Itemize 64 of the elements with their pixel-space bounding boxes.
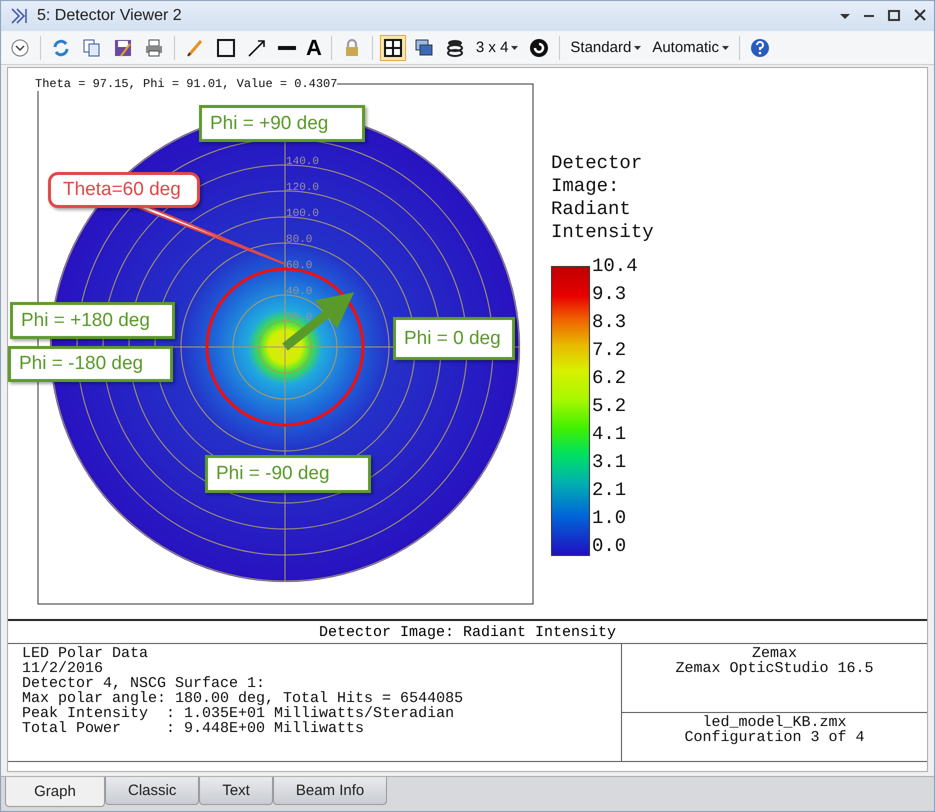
layers-icon (444, 38, 465, 58)
grid-icon (382, 38, 403, 58)
scale-label: 3.1 (592, 452, 628, 472)
help-icon (750, 38, 770, 58)
minimize-icon (864, 15, 874, 17)
view-tab[interactable]: Beam Info (272, 777, 388, 805)
app-icon (9, 6, 29, 26)
scale-label: 6.2 (592, 368, 628, 388)
caret-down-icon (634, 46, 642, 50)
copy-icon (82, 38, 102, 58)
scale-label: 10.4 (592, 256, 638, 276)
scale-label: 9.3 (592, 284, 628, 304)
scale-label: 8.3 (592, 312, 628, 332)
info-line: 11/2/2016 (22, 661, 104, 676)
refresh-icon (51, 38, 71, 58)
phi-label: Phi = +90 deg (199, 105, 365, 142)
ring-label: 140.0 (286, 156, 320, 168)
scale-label: 0.0 (592, 536, 628, 556)
style-dropdown[interactable]: Standard (567, 34, 644, 60)
caret-down-icon (511, 46, 518, 50)
window-title: 5: Detector Viewer 2 (37, 7, 183, 25)
info-line: Peak Intensity : 1.035E+01 Milliwatts/Steradian (22, 706, 456, 721)
info-line: Zemax (752, 646, 797, 661)
caret-down-icon (840, 14, 850, 18)
ring-label: 80.0 (286, 234, 312, 246)
printer-icon (144, 38, 164, 58)
ring-label: 100.0 (286, 208, 320, 220)
caret-down-icon (722, 46, 730, 50)
info-line: led_model_KB.zmx (702, 715, 847, 730)
info-line: Max polar angle: 180.00 deg, Total Hits = 6544085 (22, 691, 464, 706)
phi-label: Phi = 0 deg (393, 317, 515, 360)
scale-label: 5.2 (592, 396, 628, 416)
scale-label: 7.2 (592, 340, 628, 360)
phi-label: Phi = -90 deg (205, 455, 371, 493)
info-line: Total Power : 9.448E+00 Milliwatts (22, 721, 366, 736)
pencil-icon (185, 38, 205, 58)
ring-label: 60.0 (286, 260, 312, 272)
phi-label: Phi = +180 deg (10, 302, 175, 339)
view-tab[interactable]: Text (199, 777, 273, 805)
text-tool-button[interactable]: A (304, 34, 324, 60)
grid-toggle-button[interactable] (380, 34, 406, 60)
view-tab[interactable]: Graph (5, 777, 105, 807)
ring-label: 40.0 (286, 286, 312, 298)
info-line: LED Polar Data (22, 646, 150, 661)
square-icon (216, 38, 236, 58)
info-line: Zemax OpticStudio 16.5 (675, 661, 874, 676)
layout-dropdown[interactable]: 3 x 4 (472, 34, 522, 60)
chevron-circle-icon (10, 38, 30, 58)
ring-label: 120.0 (286, 182, 320, 194)
legend-title: Detector Image: Radiant Intensity (551, 152, 655, 244)
scale-label: 4.1 (592, 424, 628, 444)
scale-label: 2.1 (592, 480, 628, 500)
theta-callout: Theta=60 deg (48, 172, 200, 208)
cursor-readout: Theta = 97.15, Phi = 91.01, Value = 0.4307 (35, 77, 338, 91)
phi-label: Phi = -180 deg (8, 346, 173, 382)
table-title: Detector Image: Radiant Intensity (8, 621, 927, 644)
windows-icon (414, 38, 434, 58)
scale-label: 1.0 (592, 508, 628, 528)
info-line: Detector 4, NSCG Surface 1: (22, 676, 266, 691)
rotate-icon (529, 38, 550, 58)
scale-dropdown[interactable]: Automatic (649, 34, 732, 60)
view-tab[interactable]: Classic (105, 777, 200, 805)
info-line: Configuration 3 of 4 (684, 730, 865, 746)
diagonal-arrow-icon (247, 38, 267, 58)
